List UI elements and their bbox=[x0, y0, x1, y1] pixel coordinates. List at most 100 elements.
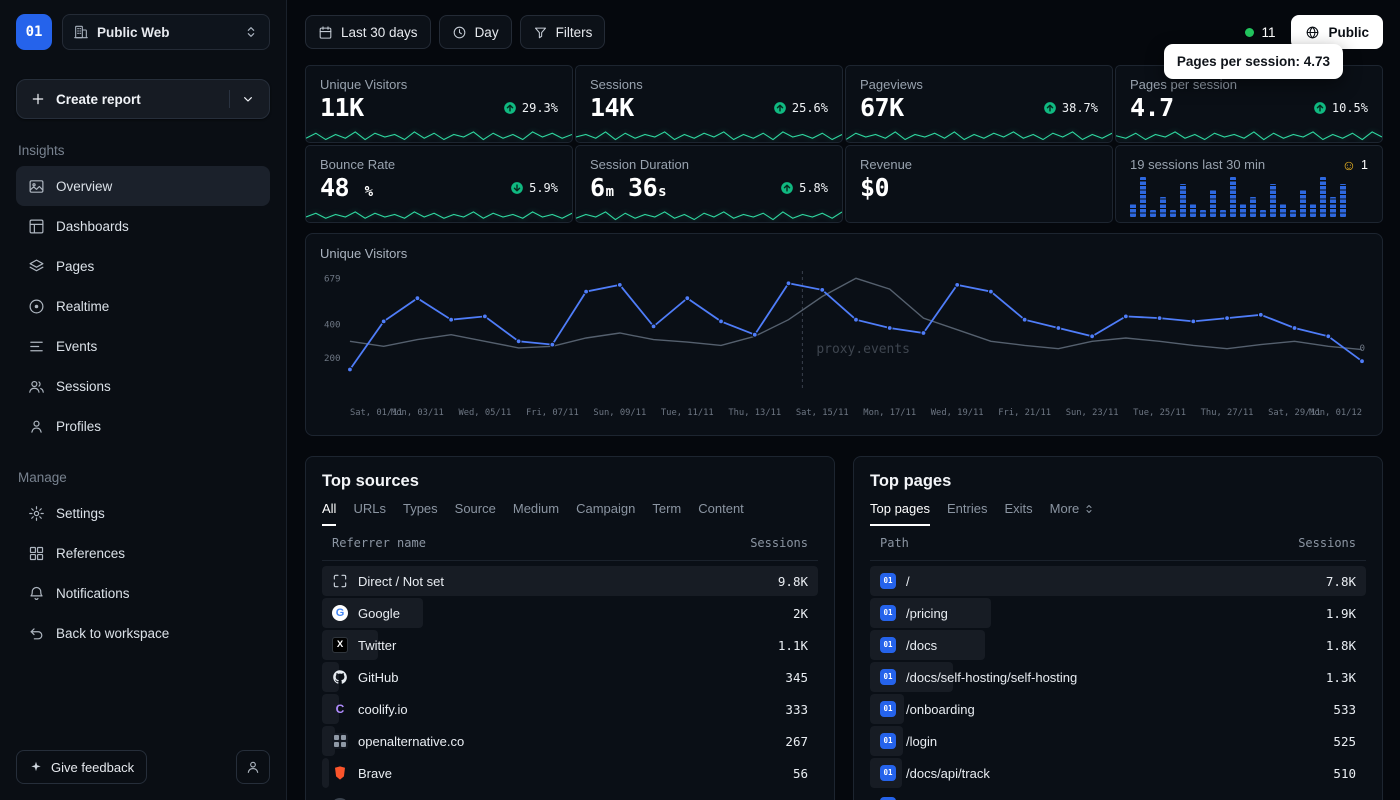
metric-card-bounce-rate[interactable]: Bounce Rate 48 % 5.9% bbox=[305, 145, 573, 223]
table-row[interactable]: 01/docs1.8K bbox=[870, 630, 1366, 660]
tab-term[interactable]: Term bbox=[652, 501, 681, 526]
tab-top-pages[interactable]: Top pages bbox=[870, 501, 930, 526]
sidebar-item-notifications[interactable]: Notifications bbox=[16, 573, 270, 613]
filters-button[interactable]: Filters bbox=[520, 15, 606, 49]
table-row[interactable]: 01 bbox=[870, 790, 1366, 800]
tab-content[interactable]: Content bbox=[698, 501, 744, 526]
metric-label: Unique Visitors bbox=[320, 77, 558, 92]
overview-icon bbox=[28, 178, 45, 195]
tab-campaign[interactable]: Campaign bbox=[576, 501, 635, 526]
sidebar-item-dashboards[interactable]: Dashboards bbox=[16, 206, 270, 246]
create-report-button[interactable]: Create report bbox=[16, 79, 270, 119]
openpanel-favicon: 01 bbox=[880, 573, 896, 589]
table-row[interactable]: Direct / Not set 9.8K bbox=[322, 566, 818, 596]
sidebar-item-references[interactable]: References bbox=[16, 533, 270, 573]
globe-icon bbox=[1305, 25, 1320, 40]
tab-types[interactable]: Types bbox=[403, 501, 438, 526]
metric-sparkline bbox=[576, 208, 842, 223]
trend-down-icon bbox=[510, 181, 524, 195]
sidebar-item-settings[interactable]: Settings bbox=[16, 493, 270, 533]
sidebar-item-sessions[interactable]: Sessions bbox=[16, 366, 270, 406]
metric-card-revenue[interactable]: Revenue $0 bbox=[845, 145, 1113, 223]
tab-urls[interactable]: URLs bbox=[353, 501, 386, 526]
active-visitor-badge: ☺1 bbox=[1342, 158, 1368, 172]
table-header: Referrer name Sessions bbox=[322, 526, 818, 561]
metric-card-19-sessions-last-30-min[interactable]: 19 sessions last 30 min ☺1 bbox=[1115, 145, 1383, 223]
tab-medium[interactable]: Medium bbox=[513, 501, 559, 526]
metric-tooltip: Pages per session: 4.73 bbox=[1164, 44, 1343, 79]
session-bar bbox=[1170, 210, 1176, 217]
openpanel-favicon: 01 bbox=[880, 765, 896, 781]
metric-card-pageviews[interactable]: Pageviews 67K 38.7% bbox=[845, 65, 1113, 143]
session-bar bbox=[1190, 204, 1196, 217]
sources-rows: Direct / Not set 9.8K GGoogle2KXTwitter1.1… bbox=[322, 566, 818, 800]
references-icon bbox=[28, 545, 45, 562]
date-range-button[interactable]: Last 30 days bbox=[305, 15, 431, 49]
tab-exits[interactable]: Exits bbox=[1004, 501, 1032, 526]
top-pages-panel: Top pages Top pagesEntriesExitsMore Path… bbox=[853, 456, 1383, 800]
session-bar bbox=[1220, 210, 1226, 217]
metric-change: 10.5% bbox=[1313, 101, 1368, 115]
chevron-down-icon[interactable] bbox=[240, 91, 256, 107]
sidebar-item-realtime[interactable]: Realtime bbox=[16, 286, 270, 326]
table-row[interactable]: 01/pricing1.9K bbox=[870, 598, 1366, 628]
sidebar-item-events[interactable]: Events bbox=[16, 326, 270, 366]
session-bar bbox=[1300, 190, 1306, 217]
give-feedback-button[interactable]: Give feedback bbox=[16, 750, 147, 784]
session-bar bbox=[1210, 190, 1216, 217]
metric-change: 5.8% bbox=[780, 181, 828, 195]
svg-text:Thu, 27/11: Thu, 27/11 bbox=[1201, 408, 1254, 418]
visitors-chart[interactable]: 6794002000proxy.eventsSat, 01/11Mon, 03/… bbox=[320, 263, 1368, 431]
sidebar-item-overview[interactable]: Overview bbox=[16, 166, 270, 206]
settings-icon bbox=[28, 505, 45, 522]
create-report-label: Create report bbox=[56, 92, 141, 107]
sidebar-item-pages[interactable]: Pages bbox=[16, 246, 270, 286]
row-name: / bbox=[906, 574, 910, 589]
tab-entries[interactable]: Entries bbox=[947, 501, 987, 526]
sidebar-item-profiles[interactable]: Profiles bbox=[16, 406, 270, 446]
sessions-icon bbox=[28, 378, 45, 395]
live-visitors[interactable]: 11 bbox=[1245, 25, 1275, 40]
sidebar-item-label: Sessions bbox=[56, 379, 111, 394]
metric-label: Pageviews bbox=[860, 77, 1098, 92]
workspace-selector[interactable]: Public Web bbox=[62, 14, 270, 50]
metric-card-session-duration[interactable]: Session Duration 6m 36s 5.8% bbox=[575, 145, 843, 223]
metric-value: 4.7 bbox=[1130, 93, 1174, 122]
session-bar bbox=[1160, 197, 1166, 217]
table-row[interactable]: Ccoolify.io333 bbox=[322, 694, 818, 724]
metric-card-sessions[interactable]: Sessions 14K 25.6% bbox=[575, 65, 843, 143]
sidebar-item-label: Pages bbox=[56, 259, 94, 274]
app-logo[interactable]: 01 bbox=[16, 14, 52, 50]
sidebar-item-label: Back to workspace bbox=[56, 626, 169, 641]
calendar-icon bbox=[318, 25, 333, 40]
table-row[interactable]: 01/login525 bbox=[870, 726, 1366, 756]
tab-more[interactable]: More bbox=[1050, 501, 1096, 526]
sidebar-item-back-to-workspace[interactable]: Back to workspace bbox=[16, 613, 270, 653]
table-row[interactable]: 01/docs/api/track510 bbox=[870, 758, 1366, 788]
table-row[interactable] bbox=[322, 790, 818, 800]
metric-sparkline bbox=[576, 128, 842, 143]
svg-text:0: 0 bbox=[1359, 343, 1365, 354]
table-row[interactable]: 01/onboarding533 bbox=[870, 694, 1366, 724]
table-row[interactable]: GGoogle2K bbox=[322, 598, 818, 628]
table-row[interactable]: Brave56 bbox=[322, 758, 818, 788]
table-row[interactable]: GitHub345 bbox=[322, 662, 818, 692]
session-bar bbox=[1240, 204, 1246, 217]
table-row[interactable]: 01/7.8K bbox=[870, 566, 1366, 596]
table-row[interactable]: 01/docs/self-hosting/self-hosting1.3K bbox=[870, 662, 1366, 692]
interval-button[interactable]: Day bbox=[439, 15, 512, 49]
tab-source[interactable]: Source bbox=[455, 501, 496, 526]
profile-button[interactable] bbox=[236, 750, 270, 784]
metric-card-unique-visitors[interactable]: Unique Visitors 11K 29.3% bbox=[305, 65, 573, 143]
row-name: Direct / Not set bbox=[358, 574, 444, 589]
metric-label: 19 sessions last 30 min bbox=[1130, 157, 1265, 172]
row-value: 9.8K bbox=[778, 574, 808, 589]
tab-all[interactable]: All bbox=[322, 501, 336, 526]
table-row[interactable]: XTwitter1.1K bbox=[322, 630, 818, 660]
tooltip-text: Pages per session: 4.73 bbox=[1177, 54, 1330, 69]
back-icon bbox=[28, 625, 45, 642]
session-bar bbox=[1230, 177, 1236, 217]
svg-text:Tue, 11/11: Tue, 11/11 bbox=[661, 408, 714, 418]
row-name: GitHub bbox=[358, 670, 398, 685]
table-row[interactable]: openalternative.co267 bbox=[322, 726, 818, 756]
